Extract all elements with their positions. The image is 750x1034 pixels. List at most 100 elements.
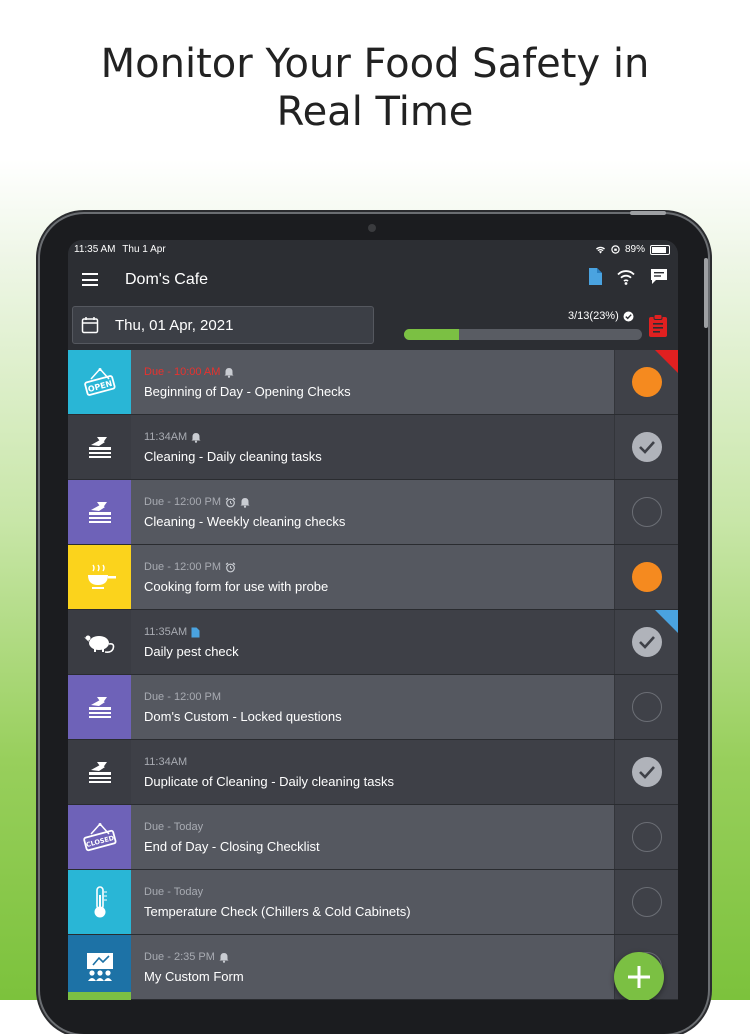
form-status-indicator[interactable] — [614, 480, 678, 544]
form-due-text: 11:35AM — [144, 626, 188, 638]
tablet-top-button — [630, 211, 666, 215]
complete-status-icon — [632, 432, 662, 462]
bell-icon — [219, 952, 229, 963]
form-list-item-body: Due - 12:00 PM Dom's Custom - Locked ques… — [131, 675, 614, 739]
form-list-item[interactable]: Due - 12:00 PM Cleaning - Weekly cleaning… — [68, 480, 678, 545]
document-icon — [191, 627, 200, 638]
status-bar: 11:35 AM Thu 1 Apr 89% — [68, 240, 678, 260]
form-due-text: Due - 12:00 PM — [144, 561, 222, 573]
form-list-item-body: Due - 10:00 AM Beginning of Day - Opening… — [131, 350, 614, 414]
form-list-item[interactable]: 11:34AM Duplicate of Cleaning - Daily cle… — [68, 740, 678, 805]
form-due-text: Due - Today — [144, 886, 204, 898]
form-due-text: Due - 2:35 PM — [144, 951, 215, 963]
form-list-item[interactable]: Due - 2:35 PM My Custom Form — [68, 935, 678, 1000]
form-due-text: Due - 10:00 AM — [144, 366, 221, 378]
form-due-text: 11:34AM — [144, 431, 188, 443]
form-list-item-body: Due - 12:00 PM Cooking form for use with … — [131, 545, 614, 609]
status-time-date: 11:35 AM Thu 1 Apr — [74, 244, 166, 255]
battery-icon — [650, 244, 670, 255]
checkmark-icon — [639, 441, 655, 454]
wifi-icon — [595, 246, 605, 254]
form-due-text: 11:34AM — [144, 756, 188, 768]
document-icon[interactable] — [588, 268, 602, 285]
form-due-info: 11:34AM — [144, 756, 187, 768]
form-status-indicator[interactable] — [614, 350, 678, 414]
cooking-pan-icon — [68, 545, 131, 609]
form-due-info: Due - Today — [144, 821, 203, 833]
form-list-item[interactable]: Due - 12:00 PM Dom's Custom - Locked ques… — [68, 675, 678, 740]
form-due-info: Due - 12:00 PM — [144, 561, 236, 573]
form-name: Cleaning - Daily cleaning tasks — [144, 449, 322, 464]
headline-line-1: Monitor Your Food Safety in — [100, 41, 650, 87]
cleaning-icon — [68, 740, 131, 804]
menu-icon[interactable] — [82, 273, 98, 286]
add-form-button[interactable] — [614, 952, 664, 1000]
checkmark-icon — [639, 766, 655, 779]
form-due-text: Due - 12:00 PM — [144, 496, 222, 508]
bell-icon — [240, 497, 250, 508]
form-list-item[interactable]: Due - Today Temperature Check (Chillers &… — [68, 870, 678, 935]
form-list-item[interactable]: Due - 12:00 PM Cooking form for use with … — [68, 545, 678, 610]
date-picker[interactable]: Thu, 01 Apr, 2021 — [72, 306, 374, 344]
form-list-item-body: 11:34AM Duplicate of Cleaning - Daily cle… — [131, 740, 614, 804]
form-status-indicator[interactable] — [614, 610, 678, 674]
status-time: 11:35 AM — [74, 244, 116, 255]
date-value: Thu, 01 Apr, 2021 — [115, 317, 234, 334]
check-circle-icon — [623, 311, 634, 321]
not-started-status-icon — [632, 497, 662, 527]
closed-sign-icon: CLOSED — [68, 805, 131, 869]
progress-summary: 3/13(23%) — [568, 310, 634, 322]
orientation-lock-icon — [611, 245, 620, 254]
form-list-item-body: Due - Today End of Day - Closing Checklis… — [131, 805, 614, 869]
form-name: Cleaning - Weekly cleaning checks — [144, 514, 346, 529]
clipboard-icon[interactable] — [648, 314, 668, 338]
form-name: Daily pest check — [144, 644, 239, 659]
thermometer-icon — [68, 870, 131, 934]
form-list-item[interactable]: 11:35AM Daily pest check — [68, 610, 678, 675]
chat-icon[interactable] — [650, 268, 668, 285]
form-list-item[interactable]: OPEN Due - 10:00 AM Beginning of Day - Ope… — [68, 350, 678, 415]
status-date: Thu 1 Apr — [122, 244, 166, 255]
form-list-item[interactable]: 11:34AM Cleaning - Daily cleaning tasks — [68, 415, 678, 480]
checkmark-icon — [639, 636, 655, 649]
form-status-indicator[interactable] — [614, 415, 678, 479]
tablet-side-button — [704, 258, 708, 328]
form-due-info: Due - Today — [144, 886, 203, 898]
form-name: Beginning of Day - Opening Checks — [144, 384, 351, 399]
complete-status-icon — [632, 757, 662, 787]
form-list-item-body: 11:34AM Cleaning - Daily cleaning tasks — [131, 415, 614, 479]
form-name: My Custom Form — [144, 969, 244, 984]
form-list-item[interactable]: CLOSED Due - Today End of Day - Closing Ch… — [68, 805, 678, 870]
in-progress-status-icon — [632, 562, 662, 592]
alarm-clock-icon — [225, 562, 236, 573]
form-due-text: Due - Today — [144, 821, 204, 833]
cleaning-icon — [68, 415, 131, 479]
note-flag-marker — [655, 610, 678, 634]
location-title: Dom's Cafe — [125, 271, 209, 288]
training-icon — [68, 935, 131, 999]
progress-bar — [404, 329, 642, 340]
form-due-info: Due - 12:00 PM — [144, 691, 221, 703]
cleaning-icon — [68, 675, 131, 739]
wifi-icon[interactable] — [616, 269, 636, 285]
app-bar-actions — [588, 268, 668, 285]
status-indicators: 89% — [595, 244, 670, 255]
form-status-indicator[interactable] — [614, 740, 678, 804]
form-due-text: Due - 12:00 PM — [144, 691, 222, 703]
form-due-info: Due - 12:00 PM — [144, 496, 250, 508]
camera-icon — [368, 224, 376, 232]
form-status-indicator[interactable] — [614, 545, 678, 609]
alarm-clock-icon — [225, 497, 236, 508]
form-list-item-body: 11:35AM Daily pest check — [131, 610, 614, 674]
list-item-peek — [68, 992, 131, 1000]
open-sign-icon: OPEN — [68, 350, 131, 414]
bell-icon — [191, 432, 201, 443]
form-due-info: 11:35AM — [144, 626, 200, 638]
form-status-indicator[interactable] — [614, 870, 678, 934]
form-status-indicator[interactable] — [614, 805, 678, 869]
progress-text: 3/13(23%) — [568, 310, 619, 322]
form-status-indicator[interactable] — [614, 675, 678, 739]
form-name: End of Day - Closing Checklist — [144, 839, 320, 854]
form-name: Cooking form for use with probe — [144, 579, 329, 594]
form-name: Temperature Check (Chillers & Cold Cabin… — [144, 904, 411, 919]
